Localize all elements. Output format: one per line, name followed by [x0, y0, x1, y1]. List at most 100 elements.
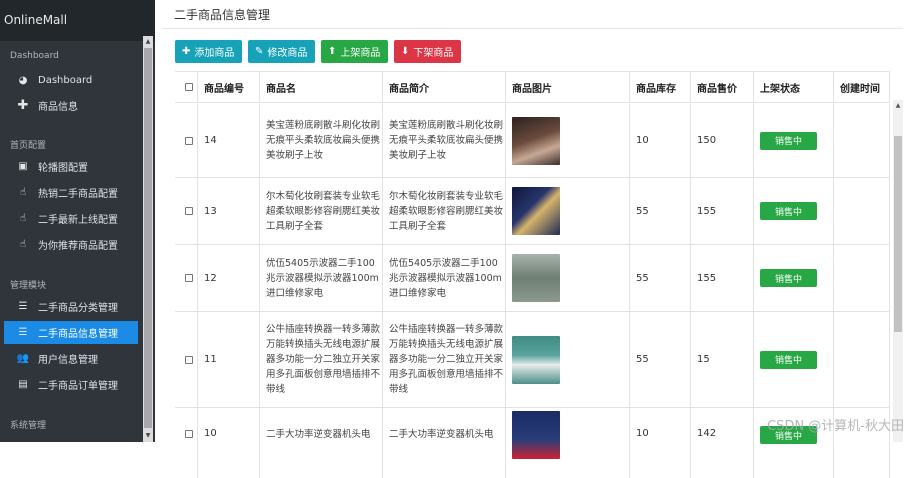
sidebar-scroll-thumb[interactable]	[144, 48, 152, 428]
row-checkbox-cell[interactable]	[175, 312, 198, 407]
cell-intro: 优伍5405示波器二手100兆示波器模拟示波器100m进口维修家电	[383, 245, 506, 311]
table-row[interactable]: 13 尔木萄化妆刷套装专业软毛超柔软眼影修容刷腮红美妆工具刷子全套 尔木萄化妆刷…	[175, 178, 890, 245]
header-status[interactable]: 上架状态	[754, 72, 834, 102]
sidebar-item-users[interactable]: 👥 用户信息管理	[4, 347, 138, 370]
sidebar-section-dashboard: Dashboard	[10, 51, 59, 61]
row-checkbox[interactable]	[185, 136, 193, 145]
status-badge: 销售中	[760, 269, 817, 287]
product-image	[512, 254, 560, 302]
scroll-up-icon[interactable]: ▲	[893, 102, 903, 109]
sidebar-item-label: 为你推荐商品配置	[38, 241, 118, 252]
header-name[interactable]: 商品名	[260, 72, 383, 102]
cell-stock: 55	[630, 312, 691, 407]
sidebar-item-recommend[interactable]: ☝ 为你推荐商品配置	[4, 233, 138, 256]
cell-name: 优伍5405示波器二手100兆示波器模拟示波器100m进口维修家电	[260, 245, 383, 311]
sidebar-item-hot-goods[interactable]: ☝ 热销二手商品配置	[4, 181, 138, 204]
cell-id: 10	[198, 408, 260, 478]
watermark: CSDN @计算机-秋大田	[767, 419, 904, 434]
sidebar-item-label: 二手商品分类管理	[38, 303, 118, 314]
list-goods-button[interactable]: ⬆ 上架商品	[321, 40, 388, 63]
sidebar-item-product-info[interactable]: ✚ 商品信息	[4, 94, 138, 117]
scroll-down-icon[interactable]: ▼	[143, 431, 153, 441]
header-stock[interactable]: 商品库存	[630, 72, 691, 102]
product-image	[512, 335, 560, 384]
arrow-down-icon: ⬇	[401, 46, 410, 57]
header-id[interactable]: 商品编号	[198, 72, 260, 102]
cell-status: 销售中	[754, 178, 834, 244]
product-image	[512, 116, 560, 165]
row-checkbox[interactable]	[185, 207, 193, 215]
row-checkbox-cell[interactable]	[175, 408, 198, 478]
sidebar: OnlineMall Dashboard ◕ Dashboard ✚ 商品信息 …	[0, 0, 155, 442]
cell-name: 美宝莲粉底刷散斗刷化妆刷无痕平头柔软底妆扁头便携美妆刷子上妆	[260, 104, 383, 177]
cell-stock: 55	[630, 178, 691, 244]
row-checkbox[interactable]	[185, 355, 193, 364]
sidebar-item-label: 二手商品订单管理	[38, 381, 118, 392]
order-icon: ▤	[18, 379, 28, 390]
sidebar-item-new-goods[interactable]: ☝ 二手最新上线配置	[4, 207, 138, 230]
cell-name: 二手大功率逆变器机头电	[260, 408, 383, 478]
sidebar-section-system: 系统管理	[10, 421, 47, 431]
table-header: 商品编号 商品名 商品简介 商品图片 商品库存 商品售价 上架状态 创建时间	[175, 71, 890, 103]
cell-image	[506, 245, 630, 311]
page-title: 二手商品信息管理	[174, 8, 271, 22]
row-checkbox-cell[interactable]	[175, 104, 198, 177]
sidebar-item-dashboard[interactable]: ◕ Dashboard	[4, 69, 138, 92]
add-goods-button[interactable]: ✚ 添加商品	[175, 40, 242, 63]
sidebar-section-homepage: 首页配置	[10, 141, 47, 151]
edit-goods-label: 修改商品	[267, 48, 308, 59]
sidebar-item-label: 用户信息管理	[38, 355, 98, 366]
sidebar-section-management: 管理模块	[10, 281, 47, 291]
table-scroll-thumb[interactable]	[894, 136, 902, 332]
header-intro[interactable]: 商品简介	[383, 72, 506, 102]
sidebar-item-orders[interactable]: ▤ 二手商品订单管理	[4, 373, 138, 396]
row-checkbox[interactable]	[185, 430, 193, 438]
plus-icon: ✚	[182, 46, 191, 57]
product-image	[512, 411, 560, 459]
delist-goods-button[interactable]: ⬇ 下架商品	[394, 40, 461, 63]
sidebar-item-label: Dashboard	[38, 75, 93, 86]
status-badge: 销售中	[760, 350, 817, 369]
sidebar-item-goods-info[interactable]: ☰ 二手商品信息管理	[4, 321, 138, 344]
scroll-up-icon[interactable]: ▲	[143, 37, 153, 47]
sidebar-item-label: 二手最新上线配置	[38, 215, 118, 226]
header-created[interactable]: 创建时间	[834, 72, 890, 102]
cell-price: 155	[691, 178, 754, 244]
cell-intro: 尔木萄化妆刷套装专业软毛超柔软眼影修容刷腮红美妆工具刷子全套	[383, 178, 506, 244]
edit-icon: ✎	[255, 46, 264, 57]
list-icon: ☰	[18, 327, 28, 338]
sidebar-scrollbar[interactable]: ▲ ▼	[143, 36, 153, 442]
header-image[interactable]: 商品图片	[506, 72, 630, 102]
table-row[interactable]: 14 美宝莲粉底刷散斗刷化妆刷无痕平头柔软底妆扁头便携美妆刷子上妆 美宝莲粉底刷…	[175, 104, 890, 178]
table-row[interactable]: 12 优伍5405示波器二手100兆示波器模拟示波器100m进口维修家电 优伍5…	[175, 245, 890, 312]
sidebar-item-category[interactable]: ☰ 二手商品分类管理	[4, 295, 138, 318]
cell-status: 销售中	[754, 104, 834, 177]
cell-intro: 公牛插座转换器一转多薄款万能转换插头无线电源扩展器多功能一分二独立开关家用多孔面…	[383, 312, 506, 407]
pointer-icon: ☝	[19, 239, 27, 250]
table-scrollbar[interactable]: ▲	[893, 100, 903, 442]
arrow-up-icon: ⬆	[328, 46, 337, 57]
row-checkbox[interactable]	[185, 274, 193, 282]
header-checkbox-cell[interactable]	[175, 72, 198, 102]
cell-stock: 10	[630, 104, 691, 177]
cell-id: 11	[198, 312, 260, 407]
table-row[interactable]: 11 公牛插座转换器一转多薄款万能转换插头无线电源扩展器多功能一分二独立开关家用…	[175, 312, 890, 408]
app-brand[interactable]: OnlineMall	[0, 0, 155, 41]
add-goods-label: 添加商品	[194, 48, 235, 59]
cell-price: 155	[691, 245, 754, 311]
pointer-icon: ☝	[19, 213, 27, 224]
users-icon: 👥	[16, 353, 30, 364]
cell-price: 142	[691, 408, 754, 478]
sidebar-item-label: 轮播图配置	[38, 163, 88, 174]
row-checkbox-cell[interactable]	[175, 178, 198, 244]
status-badge: 销售中	[760, 131, 817, 150]
edit-goods-button[interactable]: ✎ 修改商品	[248, 40, 315, 63]
row-checkbox-cell[interactable]	[175, 245, 198, 311]
select-all-checkbox[interactable]	[185, 83, 193, 91]
sidebar-item-carousel[interactable]: ▣ 轮播图配置	[4, 155, 138, 178]
image-icon: ▣	[18, 161, 28, 172]
cell-id: 12	[198, 245, 260, 311]
cell-image	[506, 408, 630, 478]
cell-image	[506, 312, 630, 407]
header-price[interactable]: 商品售价	[691, 72, 754, 102]
